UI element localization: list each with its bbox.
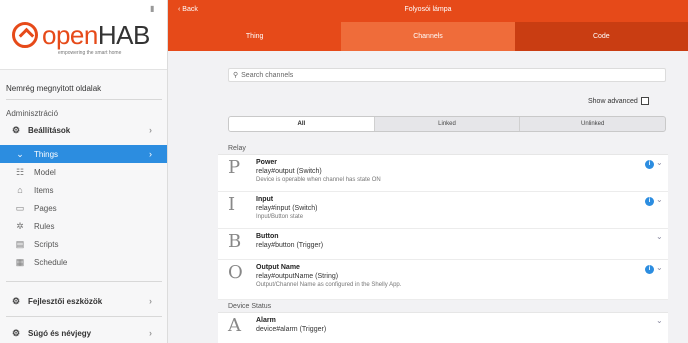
channel-name: Power	[256, 159, 278, 166]
chevron-down-icon[interactable]: ⌄	[656, 232, 663, 241]
channel-row-alarm[interactable]: A Alarm device#alarm (Trigger) ⌄	[218, 313, 668, 343]
group-title-device-status: Device Status	[228, 303, 272, 310]
channel-letter: P	[228, 157, 241, 178]
chevron-down-icon[interactable]: ⌄	[656, 158, 663, 167]
channel-uid: relay#button (Trigger)	[256, 242, 324, 249]
channel-letter: A	[228, 315, 241, 336]
recent-pages-link[interactable]: Nemrég megnyitott oldalak	[6, 84, 101, 93]
channel-filter: All Linked Unlinked	[228, 116, 666, 132]
search-input[interactable]: ⚲ Search channels	[228, 68, 666, 82]
app-window: ▮ openHAB empowering the smart home Nemr…	[0, 0, 688, 343]
channel-uid: relay#output (Switch)	[256, 168, 322, 175]
chevron-right-icon: ›	[149, 149, 152, 159]
scripts-icon: ▤	[15, 238, 25, 249]
sidebar-divider	[6, 281, 162, 282]
rules-icon: ✲	[16, 220, 24, 231]
channel-row-output-name[interactable]: O Output Name relay#outputName (String) …	[218, 260, 668, 300]
sidebar-item-label: Scripts	[34, 239, 59, 249]
sidebar-item-help[interactable]: ⚙ Súgó és névjegy ›	[0, 324, 167, 342]
channel-name: Output Name	[256, 264, 300, 271]
show-advanced-toggle[interactable]: Show advanced	[588, 97, 649, 105]
sidebar-item-settings[interactable]: ⚙ Beállítások ›	[0, 121, 167, 139]
dev-tools-icon: ⚙	[11, 295, 21, 306]
filter-all[interactable]: All	[229, 117, 374, 131]
sidebar-item-label: Schedule	[34, 257, 68, 267]
filter-unlinked[interactable]: Unlinked	[519, 117, 665, 131]
page-title: Folyosói lámpa	[404, 6, 452, 13]
sidebar-item-items[interactable]: ⌂ Items	[0, 181, 167, 199]
model-icon: ☷	[15, 166, 25, 177]
search-icon: ⚲	[233, 72, 239, 79]
sidebar-item-model[interactable]: ☷ Model	[0, 163, 167, 181]
filter-linked[interactable]: Linked	[373, 117, 520, 131]
device-status-channel-list: A Alarm device#alarm (Trigger) ⌄	[218, 312, 668, 343]
sidebar-item-label: Fejlesztői eszközök	[28, 296, 103, 306]
show-advanced-checkbox[interactable]	[640, 97, 649, 105]
sidebar-divider	[6, 99, 162, 100]
schedule-icon: ▦	[15, 256, 25, 267]
sidebar-item-label: Súgó és névjegy	[28, 328, 92, 338]
sidebar-item-label: Rules	[34, 221, 55, 231]
channel-row-power[interactable]: P Power relay#output (Switch) Device is …	[218, 155, 668, 192]
admin-heading: Adminisztráció	[6, 109, 59, 118]
gear-icon: ⚙	[11, 124, 21, 135]
chevron-down-icon[interactable]: ⌄	[656, 263, 663, 272]
openhab-logo[interactable]: ▮ openHAB empowering the smart home	[0, 0, 167, 70]
help-icon: ⚙	[11, 327, 21, 338]
pin-icon[interactable]: ▮	[150, 4, 154, 13]
sidebar: ▮ openHAB empowering the smart home Nemr…	[0, 0, 168, 343]
group-title-relay: Relay	[228, 145, 246, 152]
sidebar-item-label: Beállítások	[28, 125, 71, 135]
sidebar-item-dev-tools[interactable]: ⚙ Fejlesztői eszközök ›	[0, 292, 167, 310]
channel-description: Device is operable when channel has stat…	[256, 177, 381, 183]
info-icon[interactable]: i	[645, 197, 654, 206]
chevron-right-icon: ›	[149, 328, 152, 338]
logo-text: openHAB	[42, 20, 150, 50]
channel-uid: relay#input (Switch)	[256, 205, 318, 212]
sidebar-item-things[interactable]: ⌄ Things ›	[0, 145, 167, 163]
channel-row-input[interactable]: I Input relay#input (Switch) Input/Butto…	[218, 192, 668, 229]
relay-channel-list: P Power relay#output (Switch) Device is …	[218, 154, 668, 300]
logo-tagline: empowering the smart home	[58, 50, 122, 56]
channel-uid: device#alarm (Trigger)	[256, 326, 327, 333]
navbar: ‹ Back Folyosói lámpa	[168, 0, 688, 22]
sidebar-item-label: Items	[34, 185, 54, 195]
channel-name: Input	[256, 196, 274, 203]
tab-channels[interactable]: Channels	[341, 22, 515, 51]
channel-letter: O	[228, 262, 243, 283]
items-icon: ⌂	[17, 185, 23, 195]
channels-panel: ⚲ Search channels Show advanced All Link…	[168, 51, 688, 343]
show-advanced-label: Show advanced	[588, 97, 638, 105]
sidebar-item-label: Model	[34, 167, 56, 177]
tab-thing[interactable]: Thing	[168, 22, 341, 51]
channel-name: Button	[256, 233, 279, 240]
sidebar-item-label: Things	[34, 149, 59, 159]
pages-icon: ▭	[15, 202, 25, 213]
channel-description: Output/Channel Name as configured in the…	[256, 282, 402, 288]
chevron-down-icon[interactable]: ⌄	[656, 316, 663, 325]
channel-letter: I	[228, 194, 236, 215]
sidebar-item-schedule[interactable]: ▦ Schedule	[0, 253, 167, 271]
sidebar-item-label: Pages	[34, 203, 57, 213]
tab-code[interactable]: Code	[514, 22, 688, 51]
channel-row-button[interactable]: B Button relay#button (Trigger) ⌄	[218, 229, 668, 260]
search-placeholder: Search channels	[241, 71, 294, 79]
chevron-right-icon: ›	[149, 125, 152, 135]
sidebar-divider	[6, 316, 162, 317]
openhab-logo-icon	[12, 22, 38, 48]
sidebar-item-scripts[interactable]: ▤ Scripts	[0, 235, 167, 253]
chevron-right-icon: ›	[149, 296, 152, 306]
thing-icon: ⌄	[16, 148, 24, 159]
sidebar-item-rules[interactable]: ✲ Rules	[0, 217, 167, 235]
channel-description: Input/Button state	[256, 214, 304, 220]
channel-name: Alarm	[256, 317, 276, 324]
sidebar-item-pages[interactable]: ▭ Pages	[0, 199, 167, 217]
info-icon[interactable]: i	[645, 160, 654, 169]
tab-bar: Thing Channels Code	[168, 22, 688, 51]
info-icon[interactable]: i	[645, 265, 654, 274]
channel-letter: B	[228, 231, 242, 252]
channel-uid: relay#outputName (String)	[256, 273, 339, 280]
chevron-down-icon[interactable]: ⌄	[656, 195, 663, 204]
